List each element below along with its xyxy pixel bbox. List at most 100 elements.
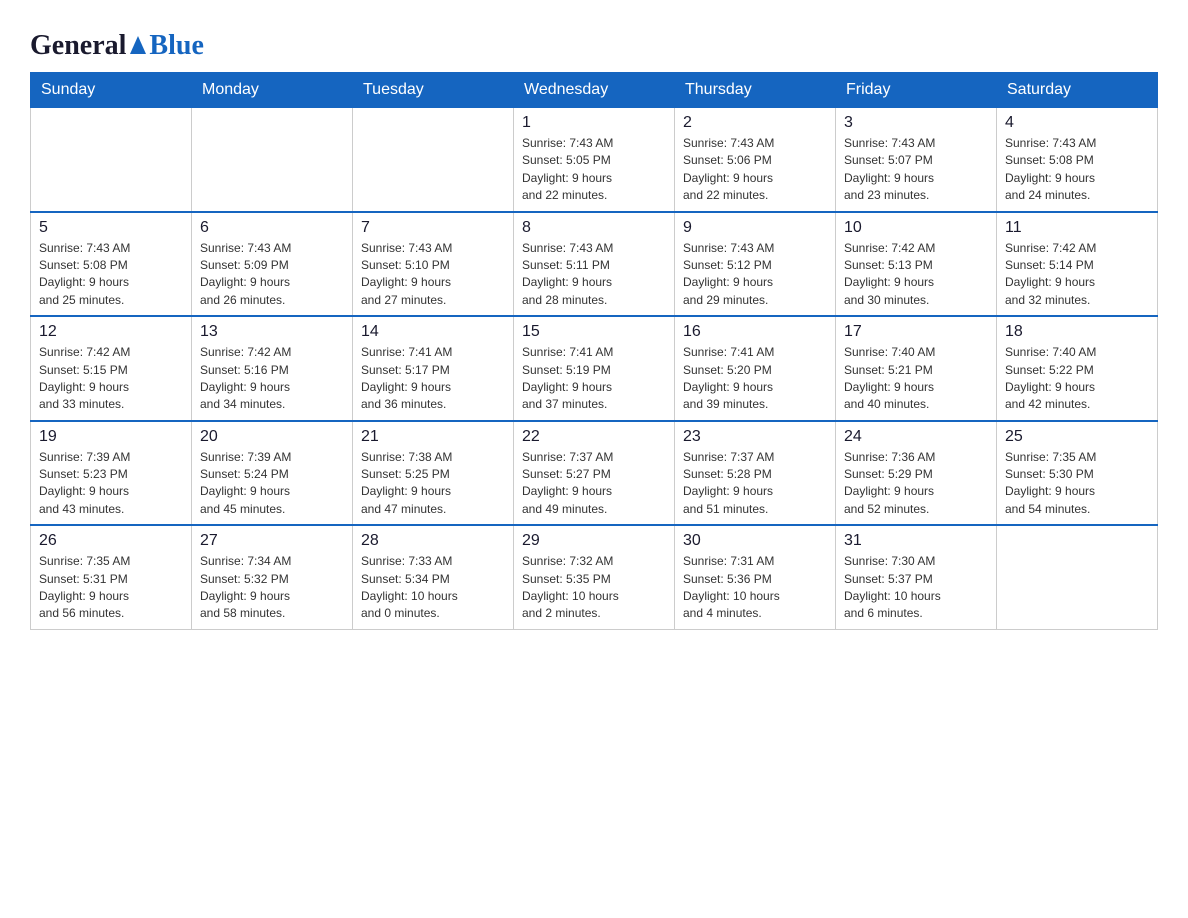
calendar-day-cell: 1 Sunrise: 7:43 AMSunset: 5:05 PMDaylight…: [514, 108, 675, 212]
day-number: 2: [683, 114, 827, 132]
day-number: 4: [1005, 114, 1149, 132]
logo: General Blue: [30, 30, 204, 62]
calendar-day-cell: 27 Sunrise: 7:34 AMSunset: 5:32 PMDayligh…: [192, 525, 353, 629]
day-of-week-header: Monday: [192, 73, 353, 108]
calendar-day-cell: 23Sunrise: 7:37 AMSunset: 5:28 PMDayligh…: [675, 421, 836, 526]
day-info: Sunrise: 7:38 AMSunset: 5:25 PMDaylight:…: [361, 449, 505, 519]
day-number: 25: [1005, 428, 1149, 446]
day-number: 10: [844, 219, 988, 237]
calendar-day-cell: 25 Sunrise: 7:35 AMSunset: 5:30 PMDayligh…: [997, 421, 1158, 526]
day-info: Sunrise: 7:43 AMSunset: 5:10 PMDaylight:…: [361, 240, 505, 310]
day-number: 21: [361, 428, 505, 446]
day-info: Sunrise: 7:42 AMSunset: 5:16 PMDaylight:…: [200, 344, 344, 414]
calendar-day-cell: 24Sunrise: 7:36 AMSunset: 5:29 PMDayligh…: [836, 421, 997, 526]
logo-blue-text: Blue: [149, 30, 203, 62]
calendar-day-cell: 13 Sunrise: 7:42 AMSunset: 5:16 PMDayligh…: [192, 316, 353, 421]
calendar-day-cell: 17 Sunrise: 7:40 AMSunset: 5:21 PMDayligh…: [836, 316, 997, 421]
day-info: Sunrise: 7:37 AMSunset: 5:27 PMDaylight:…: [522, 449, 666, 519]
calendar-day-cell: 9 Sunrise: 7:43 AMSunset: 5:12 PMDaylight…: [675, 212, 836, 317]
calendar-day-cell: [31, 108, 192, 212]
calendar-day-cell: [353, 108, 514, 212]
day-of-week-header: Friday: [836, 73, 997, 108]
day-info: Sunrise: 7:33 AMSunset: 5:34 PMDaylight:…: [361, 553, 505, 623]
day-info: Sunrise: 7:40 AMSunset: 5:21 PMDaylight:…: [844, 344, 988, 414]
logo-general-text: General: [30, 30, 126, 62]
calendar-day-cell: 4 Sunrise: 7:43 AMSunset: 5:08 PMDaylight…: [997, 108, 1158, 212]
day-number: 19: [39, 428, 183, 446]
calendar-day-cell: 19 Sunrise: 7:39 AMSunset: 5:23 PMDayligh…: [31, 421, 192, 526]
calendar-header-row: SundayMondayTuesdayWednesdayThursdayFrid…: [31, 73, 1158, 108]
day-number: 15: [522, 323, 666, 341]
calendar-day-cell: 12Sunrise: 7:42 AMSunset: 5:15 PMDayligh…: [31, 316, 192, 421]
day-number: 3: [844, 114, 988, 132]
day-number: 17: [844, 323, 988, 341]
day-number: 16: [683, 323, 827, 341]
day-info: Sunrise: 7:43 AMSunset: 5:07 PMDaylight:…: [844, 135, 988, 205]
day-number: 23: [683, 428, 827, 446]
day-info: Sunrise: 7:43 AMSunset: 5:08 PMDaylight:…: [1005, 135, 1149, 205]
day-number: 26: [39, 532, 183, 550]
day-info: Sunrise: 7:35 AMSunset: 5:31 PMDaylight:…: [39, 553, 183, 623]
calendar-day-cell: 16 Sunrise: 7:41 AMSunset: 5:20 PMDayligh…: [675, 316, 836, 421]
day-number: 1: [522, 114, 666, 132]
calendar-week-row: 26 Sunrise: 7:35 AMSunset: 5:31 PMDayligh…: [31, 525, 1158, 629]
calendar-day-cell: 28 Sunrise: 7:33 AMSunset: 5:34 PMDayligh…: [353, 525, 514, 629]
day-info: Sunrise: 7:40 AMSunset: 5:22 PMDaylight:…: [1005, 344, 1149, 414]
day-number: 7: [361, 219, 505, 237]
day-of-week-header: Sunday: [31, 73, 192, 108]
day-number: 8: [522, 219, 666, 237]
header: General Blue: [30, 20, 1158, 62]
day-number: 14: [361, 323, 505, 341]
day-info: Sunrise: 7:32 AMSunset: 5:35 PMDaylight:…: [522, 553, 666, 623]
day-of-week-header: Tuesday: [353, 73, 514, 108]
day-of-week-header: Saturday: [997, 73, 1158, 108]
logo-arrow-icon: [128, 34, 148, 56]
calendar-week-row: 1 Sunrise: 7:43 AMSunset: 5:05 PMDaylight…: [31, 108, 1158, 212]
calendar-week-row: 19 Sunrise: 7:39 AMSunset: 5:23 PMDayligh…: [31, 421, 1158, 526]
calendar-day-cell: 21 Sunrise: 7:38 AMSunset: 5:25 PMDayligh…: [353, 421, 514, 526]
calendar-day-cell: [192, 108, 353, 212]
day-of-week-header: Wednesday: [514, 73, 675, 108]
day-info: Sunrise: 7:39 AMSunset: 5:23 PMDaylight:…: [39, 449, 183, 519]
day-number: 6: [200, 219, 344, 237]
calendar-table: SundayMondayTuesdayWednesdayThursdayFrid…: [30, 72, 1158, 630]
day-number: 11: [1005, 219, 1149, 237]
day-info: Sunrise: 7:42 AMSunset: 5:15 PMDaylight:…: [39, 344, 183, 414]
calendar-day-cell: [997, 525, 1158, 629]
day-info: Sunrise: 7:39 AMSunset: 5:24 PMDaylight:…: [200, 449, 344, 519]
calendar-week-row: 12Sunrise: 7:42 AMSunset: 5:15 PMDayligh…: [31, 316, 1158, 421]
day-info: Sunrise: 7:34 AMSunset: 5:32 PMDaylight:…: [200, 553, 344, 623]
day-info: Sunrise: 7:42 AMSunset: 5:14 PMDaylight:…: [1005, 240, 1149, 310]
day-info: Sunrise: 7:43 AMSunset: 5:12 PMDaylight:…: [683, 240, 827, 310]
calendar-day-cell: 15 Sunrise: 7:41 AMSunset: 5:19 PMDayligh…: [514, 316, 675, 421]
day-info: Sunrise: 7:43 AMSunset: 5:05 PMDaylight:…: [522, 135, 666, 205]
calendar-day-cell: 31Sunrise: 7:30 AMSunset: 5:37 PMDayligh…: [836, 525, 997, 629]
day-number: 9: [683, 219, 827, 237]
day-number: 13: [200, 323, 344, 341]
calendar-week-row: 5Sunrise: 7:43 AMSunset: 5:08 PMDaylight…: [31, 212, 1158, 317]
day-number: 30: [683, 532, 827, 550]
day-number: 20: [200, 428, 344, 446]
day-info: Sunrise: 7:43 AMSunset: 5:11 PMDaylight:…: [522, 240, 666, 310]
calendar-day-cell: 7 Sunrise: 7:43 AMSunset: 5:10 PMDaylight…: [353, 212, 514, 317]
day-info: Sunrise: 7:35 AMSunset: 5:30 PMDaylight:…: [1005, 449, 1149, 519]
day-number: 27: [200, 532, 344, 550]
calendar-day-cell: 2 Sunrise: 7:43 AMSunset: 5:06 PMDaylight…: [675, 108, 836, 212]
day-info: Sunrise: 7:41 AMSunset: 5:19 PMDaylight:…: [522, 344, 666, 414]
day-number: 5: [39, 219, 183, 237]
day-info: Sunrise: 7:30 AMSunset: 5:37 PMDaylight:…: [844, 553, 988, 623]
day-info: Sunrise: 7:43 AMSunset: 5:06 PMDaylight:…: [683, 135, 827, 205]
calendar-day-cell: 11 Sunrise: 7:42 AMSunset: 5:14 PMDayligh…: [997, 212, 1158, 317]
day-number: 29: [522, 532, 666, 550]
day-info: Sunrise: 7:41 AMSunset: 5:20 PMDaylight:…: [683, 344, 827, 414]
calendar-day-cell: 30 Sunrise: 7:31 AMSunset: 5:36 PMDayligh…: [675, 525, 836, 629]
day-info: Sunrise: 7:42 AMSunset: 5:13 PMDaylight:…: [844, 240, 988, 310]
calendar-day-cell: 10 Sunrise: 7:42 AMSunset: 5:13 PMDayligh…: [836, 212, 997, 317]
calendar-day-cell: 6 Sunrise: 7:43 AMSunset: 5:09 PMDaylight…: [192, 212, 353, 317]
day-number: 28: [361, 532, 505, 550]
day-info: Sunrise: 7:31 AMSunset: 5:36 PMDaylight:…: [683, 553, 827, 623]
day-number: 24: [844, 428, 988, 446]
day-info: Sunrise: 7:41 AMSunset: 5:17 PMDaylight:…: [361, 344, 505, 414]
day-info: Sunrise: 7:43 AMSunset: 5:09 PMDaylight:…: [200, 240, 344, 310]
calendar-day-cell: 26 Sunrise: 7:35 AMSunset: 5:31 PMDayligh…: [31, 525, 192, 629]
